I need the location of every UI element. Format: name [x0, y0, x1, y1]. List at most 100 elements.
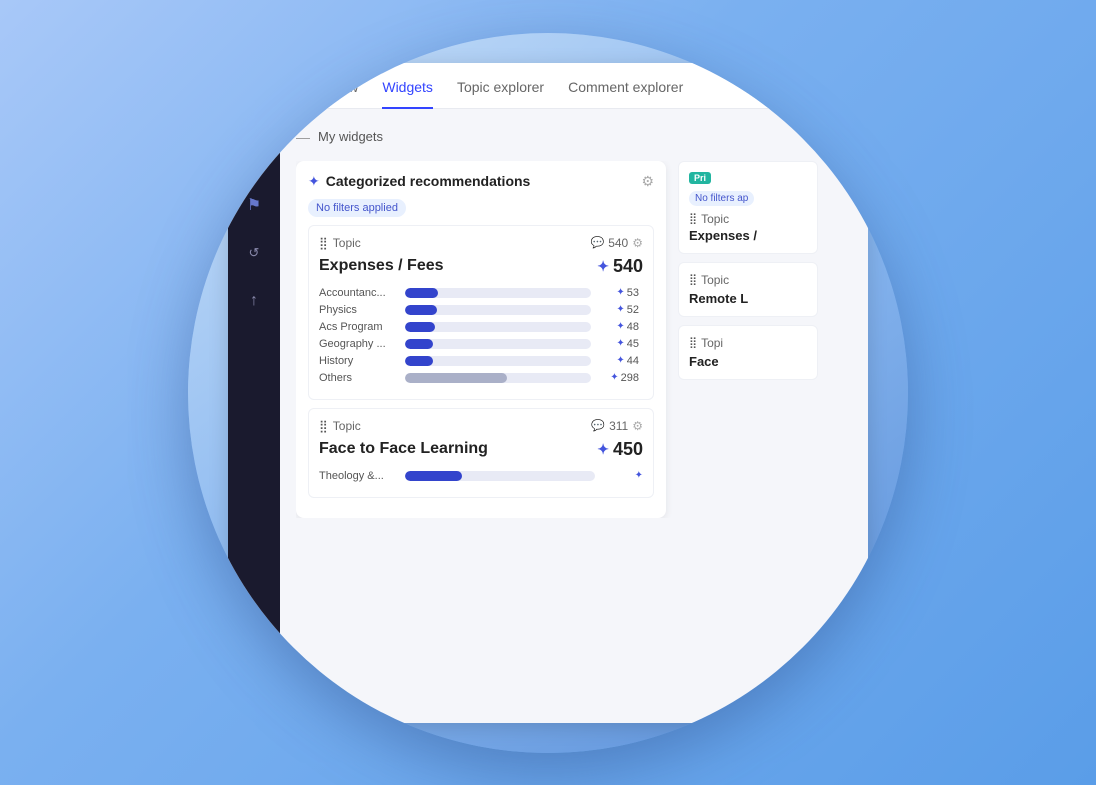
my-widgets-label: My widgets: [318, 129, 383, 144]
right-card-1-header: Pri: [689, 172, 807, 184]
main-content: Overview Widgets Topic explorer Comment …: [280, 63, 868, 723]
my-widgets-header: — My widgets: [296, 125, 852, 149]
sidebar-icon-home[interactable]: ⌂: [240, 143, 268, 171]
right-topic-label-1: ⣿ Topic: [689, 212, 807, 226]
topic-title-value-expenses: ✦ 540: [597, 256, 643, 277]
bar-fill-0: [405, 288, 438, 298]
bar-label-0: Accountanc...: [319, 287, 399, 299]
topic-section-face: ⣿ Topic 💬 311 ⚙ Face to Face L: [308, 408, 654, 498]
tab-overview[interactable]: Overview: [300, 63, 358, 109]
topic-text-face: Topic: [333, 419, 361, 433]
widget-title-row: ✦ Categorized recommendations: [308, 173, 530, 190]
header-tabs: Overview Widgets Topic explorer Comment …: [280, 63, 868, 109]
bar-track-3: [405, 339, 591, 349]
comment-icon-face: 💬: [591, 419, 605, 432]
title-count-face: 450: [613, 439, 643, 460]
topic-section-expenses: ⣿ Topic 💬 540 ⚙ Expenses / Fee: [308, 225, 654, 400]
bar-value-face-0: ✦: [601, 470, 643, 481]
title-count-expenses: 540: [613, 256, 643, 277]
bar-label-2: Acs Program: [319, 321, 399, 333]
widget-gear-button[interactable]: ⚙: [641, 173, 654, 190]
widget-icon: ✦: [308, 173, 320, 190]
filter-badge[interactable]: No filters applied: [308, 199, 406, 217]
bar-fill-3: [405, 339, 433, 349]
bar-track-0: [405, 288, 591, 298]
bar-label-1: Physics: [319, 304, 399, 316]
bar-label-3: Geography ...: [319, 338, 399, 350]
bar-fill-face-0: [405, 471, 462, 481]
sun-icon-face: ✦: [597, 441, 609, 458]
circle-container: ⌂ ⚑ ↺ ↑ Overview Widgets Topic explorer …: [188, 33, 908, 753]
right-no-filter-1: No filters ap: [689, 191, 754, 206]
comment-icon-expenses: 💬: [591, 236, 605, 249]
widgets-row: ✦ Categorized recommendations ⚙ No filte…: [296, 161, 852, 518]
topic-label-face: ⣿ Topic: [319, 419, 361, 433]
right-topic-text-3: Topi: [701, 336, 723, 350]
settings-icon-face[interactable]: ⚙: [632, 419, 643, 433]
bar-track-5: [405, 373, 591, 383]
topic-header-expenses: ⣿ Topic 💬 540 ⚙: [319, 236, 643, 250]
topic-title-text-expenses: Expenses / Fees: [319, 257, 444, 275]
bar-row-face-0: Theology &... ✦: [319, 470, 643, 482]
bar-row-2: Acs Program ✦ 48: [319, 321, 639, 333]
tab-comment-explorer[interactable]: Comment explorer: [568, 63, 683, 109]
collapse-icon[interactable]: —: [296, 129, 310, 145]
settings-icon-expenses[interactable]: ⚙: [632, 236, 643, 250]
tab-topic-explorer[interactable]: Topic explorer: [457, 63, 544, 109]
bar-row-5: Others ✦ 298: [319, 372, 639, 384]
bar-value-3: ✦ 45: [597, 338, 639, 350]
topic-bars-expenses: Accountanc... ✦ 53 Physics: [319, 287, 643, 389]
right-topic-text-2: Topic: [701, 273, 729, 287]
bar-value-0: ✦ 53: [597, 287, 639, 299]
bar-track-2: [405, 322, 591, 332]
right-topic-label-2: ⣿ Topic: [689, 273, 807, 287]
sun-icon-expenses: ✦: [597, 258, 609, 275]
bar-label-4: History: [319, 355, 399, 367]
topic-people-icon: ⣿: [319, 236, 328, 250]
sidebar-icon-flag[interactable]: ⚑: [240, 191, 268, 219]
topic-title-value-face: ✦ 450: [597, 439, 643, 460]
logo-bars: [246, 89, 262, 105]
right-topic-value-3: Face: [689, 354, 807, 369]
topic-count-expenses: 💬 540 ⚙: [591, 236, 644, 250]
topic-title-expenses: Expenses / Fees ✦ 540: [319, 256, 643, 277]
bar-fill-4: [405, 356, 433, 366]
bar-row-3: Geography ... ✦ 45: [319, 338, 639, 350]
main-widget-card: ✦ Categorized recommendations ⚙ No filte…: [296, 161, 666, 518]
bar-value-2: ✦ 48: [597, 321, 639, 333]
right-card-1: Pri No filters ap ⣿ Topic Expenses /: [678, 161, 818, 254]
bar-fill-2: [405, 322, 435, 332]
logo-bar-3: [258, 89, 262, 105]
app-window: ⌂ ⚑ ↺ ↑ Overview Widgets Topic explorer …: [228, 63, 868, 723]
bar-track-4: [405, 356, 591, 366]
widget-header: ✦ Categorized recommendations ⚙: [308, 173, 654, 190]
bar-track-face-0: [405, 471, 595, 481]
sidebar-icon-upload[interactable]: ↑: [240, 287, 268, 315]
bar-fill-5: [405, 373, 507, 383]
right-panel: Pri No filters ap ⣿ Topic Expenses /: [678, 161, 818, 518]
bar-label-face-0: Theology &...: [319, 470, 399, 482]
count-value-face: 311: [609, 419, 628, 433]
topic-people-icon-face: ⣿: [319, 419, 328, 433]
right-card-2: ⣿ Topic Remote L: [678, 262, 818, 317]
sidebar-icon-users[interactable]: ↺: [240, 239, 268, 267]
content-area: — My widgets ✦ Categorized recommendatio…: [280, 109, 868, 723]
topic-title-text-face: Face to Face Learning: [319, 440, 488, 458]
right-topic-value-2: Remote L: [689, 291, 807, 306]
right-topic-text-1: Topic: [701, 212, 729, 226]
logo-bar-1: [246, 97, 250, 105]
logo-bar-2: [252, 93, 256, 105]
topic-title-face: Face to Face Learning ✦ 450: [319, 439, 643, 460]
topic-label-expenses: ⣿ Topic: [319, 236, 361, 250]
widget-title: Categorized recommendations: [326, 173, 531, 189]
right-topic-value-1: Expenses /: [689, 228, 807, 243]
right-topic-label-3: ⣿ Topi: [689, 336, 807, 350]
bar-value-5: ✦ 298: [597, 372, 639, 384]
logo: [236, 79, 272, 115]
bar-row-0: Accountanc... ✦ 53: [319, 287, 639, 299]
bar-row-1: Physics ✦ 52: [319, 304, 639, 316]
count-value-expenses: 540: [608, 236, 628, 250]
bar-value-4: ✦ 44: [597, 355, 639, 367]
bar-track-1: [405, 305, 591, 315]
tab-widgets[interactable]: Widgets: [382, 63, 433, 109]
